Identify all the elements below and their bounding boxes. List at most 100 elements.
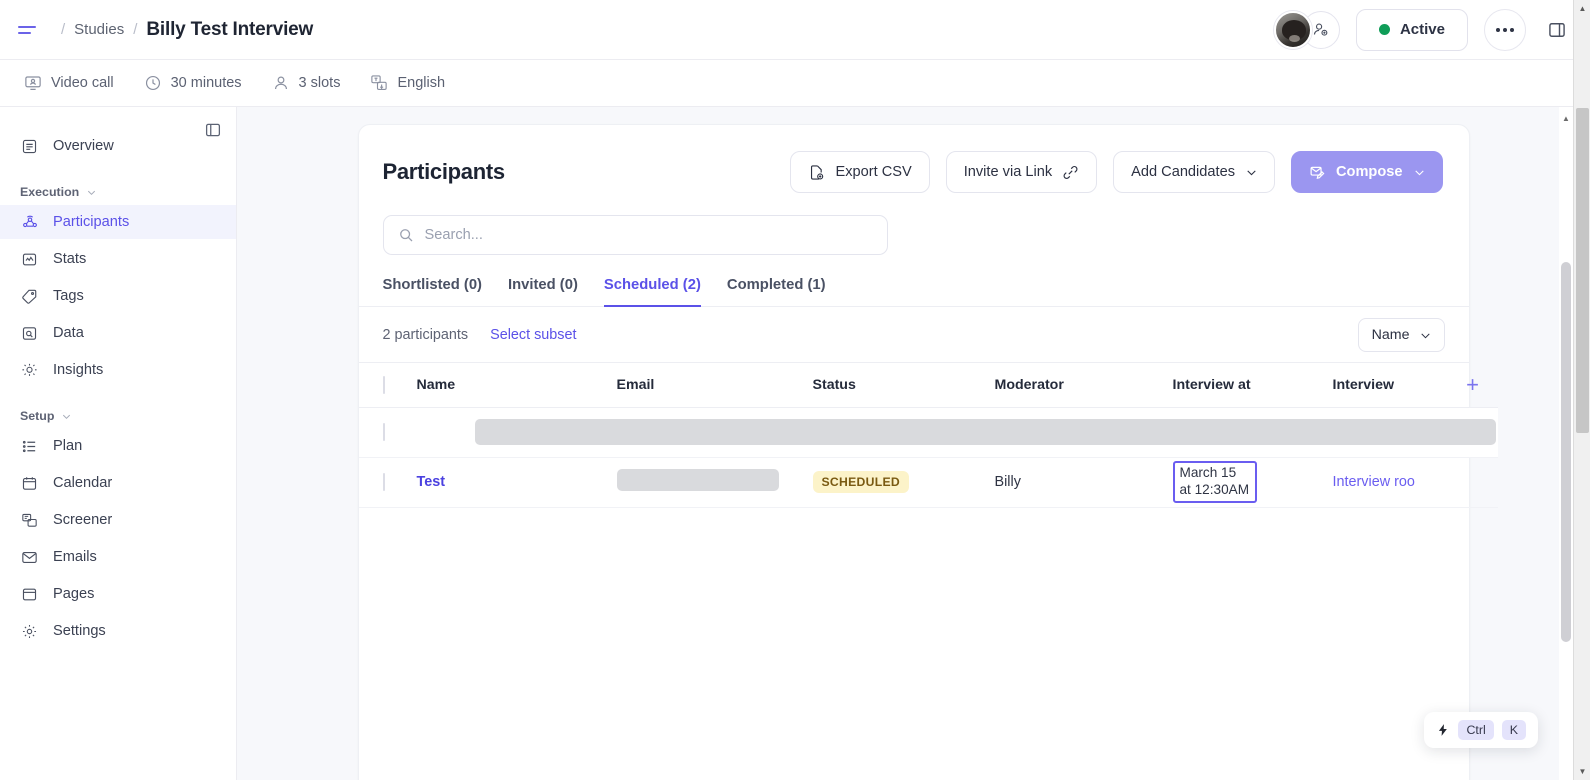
select-all-checkbox[interactable] (382, 375, 385, 394)
sidebar-item-label: Data (53, 325, 84, 341)
table-row[interactable]: Test SCHEDULED Billy March 15 at 12:30AM (358, 457, 1498, 508)
cell-spacer (1447, 457, 1498, 508)
tab-completed[interactable]: Completed (1) (727, 277, 826, 307)
link-icon (1062, 164, 1079, 181)
meta-label: 30 minutes (170, 75, 242, 91)
study-meta-bar: Video call 30 minutes 3 slots English (0, 60, 1590, 107)
meta-label: 3 slots (298, 75, 341, 91)
page-scroll-down-icon[interactable]: ▼ (1574, 763, 1590, 780)
row-checkbox[interactable] (382, 423, 385, 441)
cell-interview-at: March 15 at 12:30AM (1172, 457, 1333, 508)
sidebar-item-tags[interactable]: Tags (0, 279, 236, 313)
sidebar-item-label: Tags (53, 288, 84, 304)
sidebar-item-emails[interactable]: Emails (0, 540, 236, 574)
column-header-moderator[interactable]: Moderator (994, 363, 1173, 408)
insights-icon (20, 361, 39, 380)
calendar-icon (20, 474, 39, 493)
row-checkbox[interactable] (382, 473, 385, 491)
sidebar-group-execution[interactable]: Execution (0, 179, 236, 205)
sidebar-item-calendar[interactable]: Calendar (0, 466, 236, 500)
breadcrumb-studies[interactable]: Studies (74, 21, 124, 38)
sidebar-group-setup[interactable]: Setup (0, 403, 236, 429)
panel-title: Participants (382, 159, 506, 184)
interview-room-link[interactable]: Interview roo (1333, 474, 1415, 490)
redaction-overlay (474, 418, 1496, 445)
sidebar-item-label: Pages (53, 586, 95, 602)
invite-via-link-button[interactable]: Invite via Link (945, 151, 1098, 193)
participants-table: Name Email Status Moderator Interview at… (358, 363, 1498, 508)
column-header-status[interactable]: Status (812, 363, 995, 408)
cell-email (616, 457, 813, 508)
table-header-row: Name Email Status Moderator Interview at… (358, 363, 1498, 408)
chevron-down-icon (86, 187, 97, 198)
tab-invited[interactable]: Invited (0) (508, 277, 578, 307)
sidebar-item-data[interactable]: Data (0, 316, 236, 350)
more-options-button[interactable] (1484, 8, 1526, 51)
side-panel-icon[interactable] (1542, 15, 1572, 45)
sidebar-item-plan[interactable]: Plan (0, 429, 236, 463)
sidebar: Overview Execution Participants Stats Ta… (0, 107, 237, 780)
pages-icon (20, 585, 39, 604)
main-content: Participants Export CSV Invite via Link … (237, 107, 1590, 780)
sidebar-item-screener[interactable]: Screener (0, 503, 236, 537)
person-icon (272, 74, 290, 92)
export-csv-button[interactable]: Export CSV (790, 151, 930, 193)
page-scroll-up-icon[interactable]: ▲ (1574, 0, 1590, 17)
sidebar-item-settings[interactable]: Settings (0, 614, 236, 648)
sidebar-item-stats[interactable]: Stats (0, 242, 236, 276)
plus-icon[interactable]: + (1466, 372, 1479, 397)
page-scrollbar-thumb[interactable] (1576, 108, 1589, 433)
sidebar-item-label: Overview (53, 138, 114, 154)
sidebar-item-participants[interactable]: Participants (0, 205, 236, 239)
sidebar-item-pages[interactable]: Pages (0, 577, 236, 611)
meta-slots: 3 slots (272, 74, 341, 92)
top-bar-actions: Active (1273, 8, 1572, 51)
sidebar-item-label: Insights (53, 362, 104, 378)
cell-interview-room: Interview roo (1332, 457, 1448, 508)
interview-at-value[interactable]: March 15 at 12:30AM (1172, 461, 1257, 503)
column-header-interview-at[interactable]: Interview at (1172, 363, 1333, 408)
select-subset-link[interactable]: Select subset (490, 327, 576, 343)
sort-dropdown[interactable]: Name (1357, 317, 1445, 352)
scroll-up-icon[interactable]: ▲ (1559, 111, 1573, 125)
page-title: Billy Test Interview (146, 18, 314, 40)
top-bar: / Studies / Billy Test Interview Active (0, 0, 1590, 60)
tab-scheduled[interactable]: Scheduled (2) (603, 277, 701, 307)
collapse-panel-icon[interactable] (200, 117, 226, 143)
clock-icon (144, 74, 162, 92)
avatar[interactable] (1273, 10, 1312, 49)
content-scrollbar-thumb[interactable] (1561, 262, 1571, 642)
plan-icon (20, 437, 39, 456)
page-scrollbar[interactable]: ▲ ▼ (1573, 0, 1590, 780)
sidebar-item-insights[interactable]: Insights (0, 353, 236, 387)
emails-icon (20, 548, 39, 567)
column-header-interview[interactable]: Interview (1332, 363, 1448, 408)
column-header-name[interactable]: Name (416, 363, 617, 408)
sidebar-group-label: Setup (20, 409, 55, 423)
chevron-down-icon (61, 411, 72, 422)
tab-shortlisted[interactable]: Shortlisted (0) (383, 277, 482, 307)
keyboard-shortcut-pill[interactable]: Ctrl K (1424, 712, 1538, 748)
compose-button[interactable]: Compose (1291, 151, 1443, 193)
add-candidates-button[interactable]: Add Candidates (1113, 151, 1275, 193)
sidebar-item-label: Stats (53, 251, 87, 267)
table-row[interactable] (358, 407, 1498, 458)
search-box[interactable] (382, 215, 888, 255)
status-dot (1378, 24, 1390, 35)
compose-label: Compose (1336, 164, 1403, 180)
app-root: / Studies / Billy Test Interview Active (0, 0, 1590, 780)
participant-name-link[interactable]: Test (417, 474, 446, 490)
content-scrollbar[interactable]: ▲ ▼ (1559, 107, 1573, 780)
hamburger-icon[interactable] (18, 19, 40, 41)
status-badge[interactable]: Active (1355, 8, 1468, 51)
body: Overview Execution Participants Stats Ta… (0, 107, 1590, 780)
participant-tabs: Shortlisted (0) Invited (0) Scheduled (2… (358, 255, 1469, 307)
row-select-cell (358, 407, 417, 458)
sidebar-item-label: Calendar (53, 475, 113, 491)
column-header-email[interactable]: Email (616, 363, 813, 408)
breadcrumb-separator-2: / (133, 21, 138, 38)
meta-language: English (370, 74, 445, 92)
search-input[interactable] (424, 227, 873, 243)
screener-icon (20, 511, 39, 530)
translate-icon (370, 74, 388, 92)
